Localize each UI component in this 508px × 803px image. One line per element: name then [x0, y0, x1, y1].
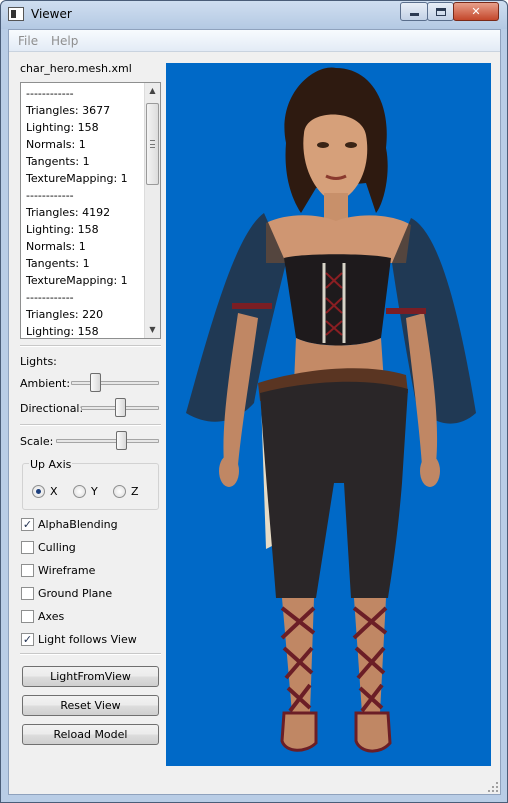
ambient-label: Ambient: [20, 377, 71, 390]
radio-z[interactable] [113, 485, 126, 498]
info-line: TextureMapping: 1 [26, 274, 128, 287]
light-from-view-button[interactable]: LightFromView [22, 666, 159, 687]
title-bar[interactable]: Viewer ✕ [1, 1, 507, 29]
viewer-window: Viewer ✕ File Help char_hero.mesh.xml --… [0, 0, 508, 803]
minimize-icon [409, 13, 419, 16]
info-line: Triangles: 220 [26, 308, 104, 321]
info-line: Lighting: 158 [26, 223, 99, 236]
info-line: ------------ [26, 189, 74, 202]
option-checkbox[interactable] [21, 610, 34, 623]
radio-y-label: Y [91, 485, 98, 498]
lights-label: Lights: [20, 355, 57, 368]
option-label: Ground Plane [38, 587, 113, 600]
info-line: ------------ [26, 87, 74, 100]
mesh-file-label: char_hero.mesh.xml [20, 62, 132, 75]
close-icon: ✕ [471, 5, 481, 18]
option-label: Culling [38, 541, 76, 554]
close-button[interactable]: ✕ [453, 2, 499, 21]
up-axis-title: Up Axis [29, 458, 73, 471]
menu-help[interactable]: Help [51, 34, 78, 48]
directional-slider-handle[interactable] [114, 398, 126, 417]
divider [20, 424, 161, 426]
option-checkbox[interactable]: ✓ [21, 518, 34, 531]
mesh-info-lines: ------------ Triangles: 3677 Lighting: 158… [26, 85, 144, 338]
client-area: File Help char_hero.mesh.xml -----------… [8, 29, 501, 795]
grip-icon [150, 140, 155, 148]
directional-label: Directional: [20, 402, 84, 415]
resize-grip-icon[interactable] [486, 780, 498, 792]
mesh-info-list[interactable]: ------------ Triangles: 3677 Lighting: 158… [20, 82, 161, 339]
option-checkbox[interactable]: ✓ [21, 633, 34, 646]
scroll-up-icon[interactable]: ▲ [145, 83, 160, 99]
info-scrollbar[interactable]: ▲ ▼ [144, 83, 160, 338]
divider [20, 345, 161, 347]
option-label: AlphaBlending [38, 518, 118, 531]
radio-z-label: Z [131, 485, 139, 498]
scale-label: Scale: [20, 435, 54, 448]
window-title: Viewer [31, 7, 72, 21]
option-label: Light follows View [38, 633, 137, 646]
scroll-down-icon[interactable]: ▼ [145, 322, 160, 338]
option-checkbox[interactable] [21, 541, 34, 554]
radio-x-label: X [50, 485, 58, 498]
option-label: Wireframe [38, 564, 96, 577]
menu-bar: File Help [9, 30, 500, 52]
ambient-slider-track[interactable] [71, 381, 159, 385]
minimize-button[interactable] [400, 2, 428, 21]
ambient-slider-handle[interactable] [90, 373, 102, 392]
info-line: TextureMapping: 1 [26, 172, 128, 185]
radio-y[interactable] [73, 485, 86, 498]
info-line: Normals: 1 [26, 138, 86, 151]
radio-x[interactable] [32, 485, 45, 498]
option-checkbox[interactable] [21, 564, 34, 577]
maximize-icon [435, 7, 446, 16]
scroll-thumb[interactable] [146, 103, 159, 185]
info-line: ------------ [26, 291, 74, 304]
scale-slider-handle[interactable] [115, 431, 127, 450]
info-line: Normals: 1 [26, 240, 86, 253]
character-model-render [186, 67, 476, 753]
option-checkbox[interactable] [21, 587, 34, 600]
info-line: Lighting: 158 [26, 325, 99, 338]
app-icon [8, 7, 24, 21]
scale-slider-track[interactable] [56, 439, 159, 443]
maximize-button[interactable] [427, 2, 454, 21]
info-line: Tangents: 1 [26, 257, 90, 270]
option-label: Axes [38, 610, 65, 623]
divider [20, 653, 161, 655]
info-line: Lighting: 158 [26, 121, 99, 134]
menu-file[interactable]: File [18, 34, 38, 48]
info-line: Tangents: 1 [26, 155, 90, 168]
info-line: Triangles: 3677 [26, 104, 111, 117]
3d-viewport[interactable] [166, 63, 491, 766]
info-line: Triangles: 4192 [26, 206, 111, 219]
reload-model-button[interactable]: Reload Model [22, 724, 159, 745]
reset-view-button[interactable]: Reset View [22, 695, 159, 716]
